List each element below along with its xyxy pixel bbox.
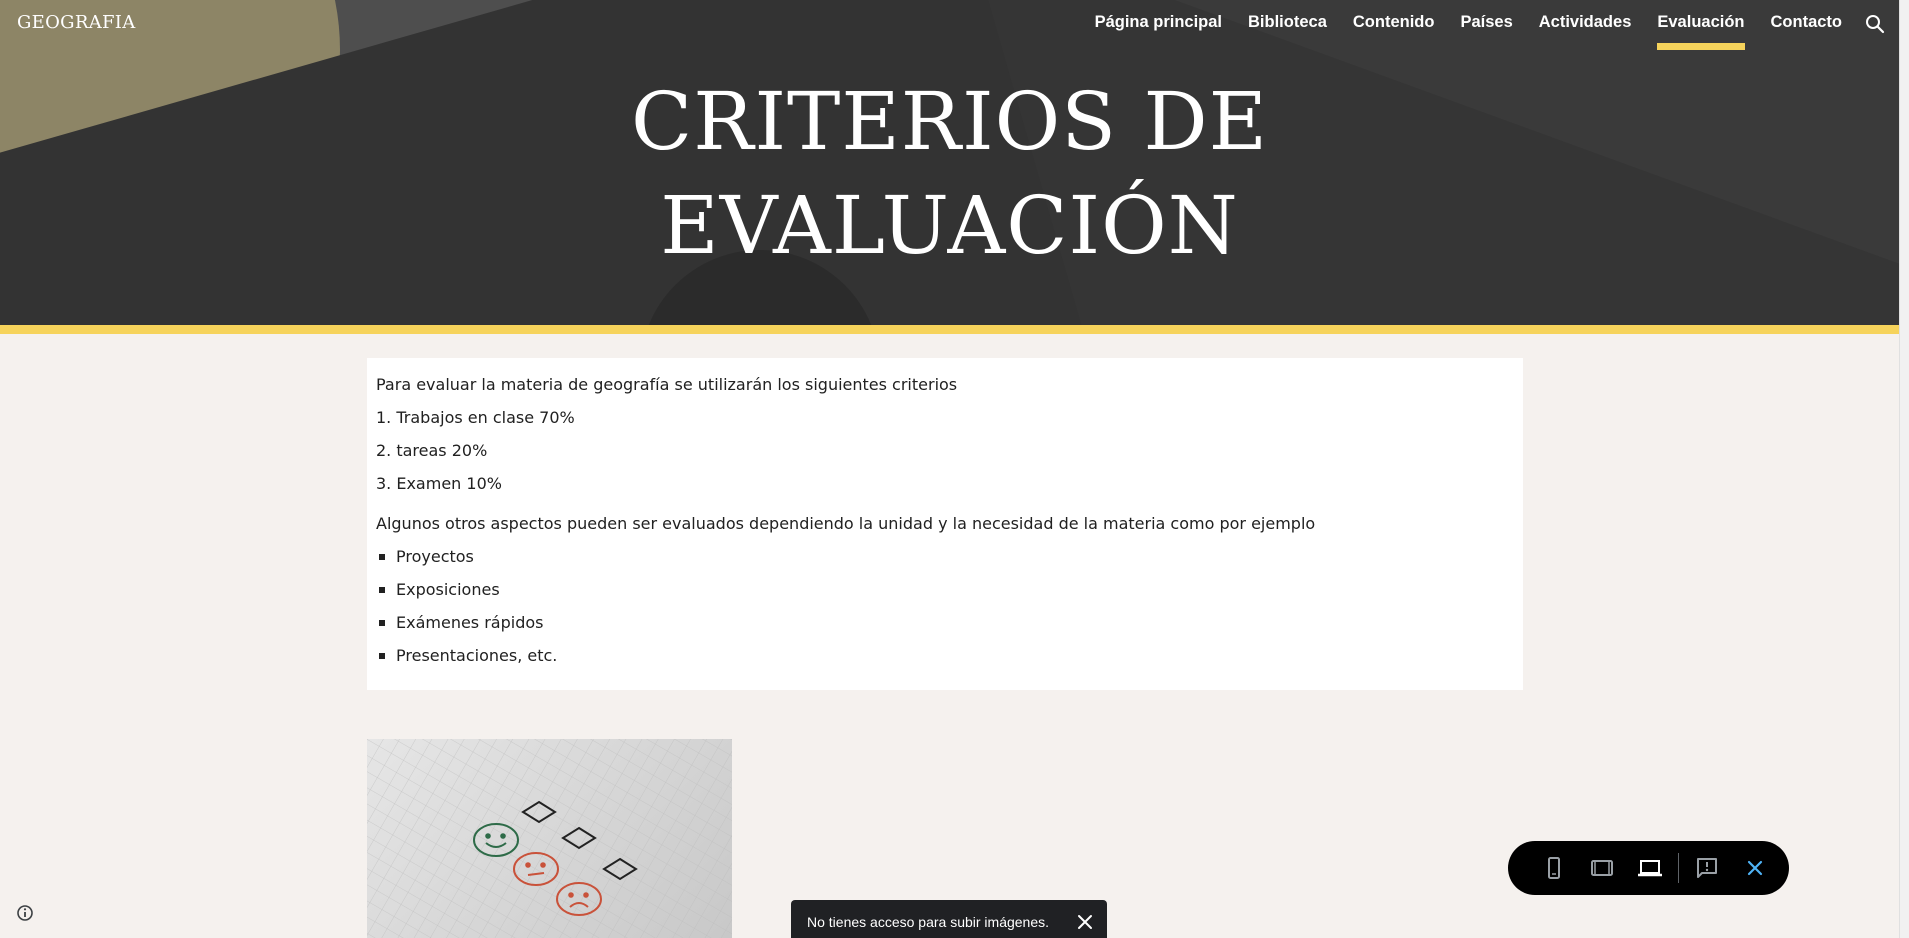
- other-aspect-item: Exámenes rápidos: [376, 606, 1514, 639]
- other-aspect-item: Presentaciones, etc.: [376, 639, 1514, 672]
- nav-item-evaluacion[interactable]: Evaluación: [1644, 0, 1757, 50]
- close-icon[interactable]: [1731, 848, 1779, 888]
- hero-banner: GEOGRAFIA Página principal Biblioteca Co…: [0, 0, 1899, 325]
- other-aspects-intro: Algunos otros aspectos pueden ser evalua…: [376, 514, 1316, 533]
- info-icon[interactable]: [16, 904, 34, 922]
- nav-item-biblioteca[interactable]: Biblioteca: [1235, 0, 1340, 50]
- other-aspect-item: Proyectos: [376, 540, 1514, 573]
- criteria-item: 1. Trabajos en clase 70%: [376, 408, 575, 427]
- nav-item-contenido[interactable]: Contenido: [1340, 0, 1448, 50]
- site-title[interactable]: GEOGRAFIA: [17, 12, 136, 33]
- nav-item-pagina-principal[interactable]: Página principal: [1082, 0, 1235, 50]
- page: GEOGRAFIA Página principal Biblioteca Co…: [0, 0, 1899, 938]
- search-icon[interactable]: [1863, 12, 1887, 36]
- preview-toolbar: [1508, 841, 1789, 895]
- phone-icon[interactable]: [1530, 848, 1578, 888]
- criteria-intro: Para evaluar la materia de geografía se …: [376, 375, 958, 394]
- toast-notification: No tienes acceso para subir imágenes.: [791, 900, 1107, 938]
- nav-item-actividades[interactable]: Actividades: [1526, 0, 1645, 50]
- content-card: Para evaluar la materia de geografía se …: [367, 358, 1523, 690]
- page-title-line-2: EVALUACIÓN: [660, 179, 1239, 272]
- nav-item-paises[interactable]: Países: [1447, 0, 1525, 50]
- page-title-line-1: CRITERIOS DE: [631, 75, 1268, 168]
- toast-close-icon[interactable]: [1077, 914, 1093, 930]
- main-nav: Página principal Biblioteca Contenido Pa…: [1082, 0, 1855, 50]
- evaluation-image: [367, 739, 732, 938]
- criteria-item: 3. Examen 10%: [376, 474, 502, 493]
- report-icon[interactable]: [1683, 848, 1731, 888]
- toolbar-divider: [1678, 853, 1679, 883]
- toast-message: No tienes acceso para subir imágenes.: [807, 914, 1050, 930]
- laptop-icon[interactable]: [1626, 848, 1674, 888]
- page-title: CRITERIOS DE EVALUACIÓN: [0, 70, 1899, 278]
- criteria-item: 2. tareas 20%: [376, 441, 488, 460]
- nav-item-contacto[interactable]: Contacto: [1758, 0, 1856, 50]
- other-aspects-list: Proyectos Exposiciones Exámenes rápidos …: [376, 540, 1514, 672]
- page-scrollbar[interactable]: [1899, 0, 1909, 938]
- tablet-icon[interactable]: [1578, 848, 1626, 888]
- other-aspect-item: Exposiciones: [376, 573, 1514, 606]
- hero-accent-bar: [0, 325, 1899, 334]
- criteria-list: 1. Trabajos en clase 70% 2. tareas 20% 3…: [376, 401, 1514, 500]
